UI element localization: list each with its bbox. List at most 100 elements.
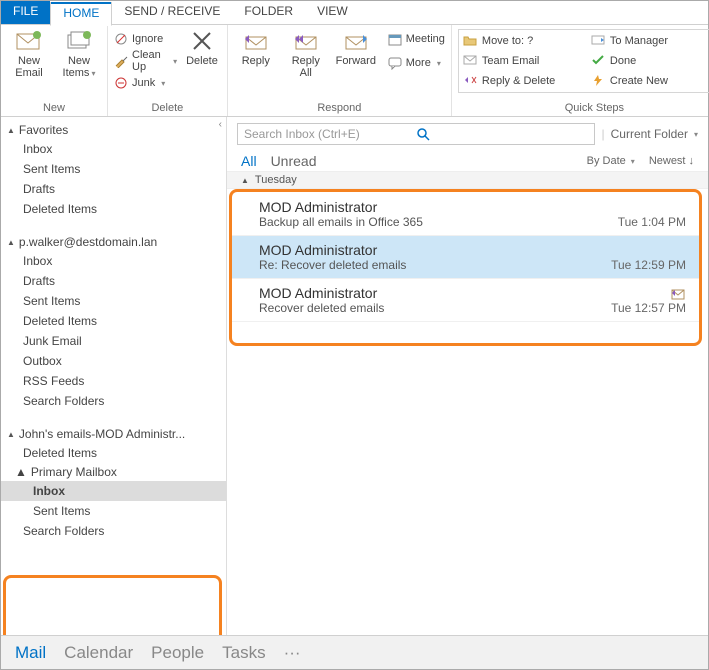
group-respond: Reply Reply All Forward Meeting [228, 25, 452, 116]
message-from: MOD Administrator [259, 199, 686, 215]
caret-down-icon: ▲ [7, 238, 15, 247]
replied-icon [670, 287, 686, 301]
group-new: New Email New Items▾ New [1, 25, 108, 116]
qs-team-email[interactable]: Team Email [463, 52, 573, 70]
nav-mail[interactable]: Mail [15, 643, 46, 663]
section-favorites: ▲Favorites Inbox Sent Items Drafts Delet… [1, 117, 226, 229]
sidebar-collapse-icon[interactable]: ‹ [219, 119, 222, 130]
acct-sent[interactable]: Sent Items [1, 291, 226, 311]
favorites-header[interactable]: ▲Favorites [1, 121, 226, 139]
folder-move-icon [463, 34, 477, 48]
delete-x-icon [188, 29, 216, 53]
acct-drafts[interactable]: Drafts [1, 271, 226, 291]
meeting-icon [388, 32, 402, 46]
forward-icon [342, 29, 370, 53]
search-bar: Search Inbox (Ctrl+E) | Current Folder▾ [227, 117, 708, 149]
forward-button[interactable]: Forward [334, 29, 378, 67]
qs-done[interactable]: Done [591, 52, 701, 70]
quick-steps-gallery: Move to: ? To Manager Team Email Done Re… [458, 29, 709, 93]
johns-sent[interactable]: Sent Items [1, 501, 226, 521]
acct-search-folders[interactable]: Search Folders [1, 391, 226, 411]
caret-down-icon: ▲ [7, 430, 15, 439]
search-icon[interactable] [416, 127, 588, 141]
acct-outbox[interactable]: Outbox [1, 351, 226, 371]
caret-down-icon: ▲ [15, 465, 27, 479]
message-from: MOD Administrator [259, 285, 686, 301]
nav-people[interactable]: People [151, 643, 204, 663]
reply-icon [242, 29, 270, 53]
new-items-button[interactable]: New Items▾ [57, 29, 101, 80]
group-delete-label: Delete [114, 100, 221, 116]
folder-sidebar: ‹ ▲Favorites Inbox Sent Items Drafts Del… [1, 117, 227, 635]
to-manager-icon [591, 34, 605, 48]
sort-newest[interactable]: Newest ↓ [649, 155, 694, 167]
filter-all[interactable]: All [241, 153, 257, 169]
message-time: Tue 1:04 PM [618, 215, 686, 229]
acct-inbox[interactable]: Inbox [1, 251, 226, 271]
group-qs-label: Quick Steps ◢ [458, 100, 709, 116]
johns-search-folders[interactable]: Search Folders [1, 521, 226, 541]
filter-unread[interactable]: Unread [271, 153, 317, 169]
johns-inbox[interactable]: Inbox [1, 481, 226, 501]
favorites-deleted[interactable]: Deleted Items [1, 199, 226, 219]
new-email-label: New Email [15, 55, 43, 79]
meeting-button[interactable]: Meeting [388, 29, 445, 49]
group-delete: Ignore Clean Up▾ Junk▾ Delete Dele [108, 25, 228, 116]
acct-deleted[interactable]: Deleted Items [1, 311, 226, 331]
johns-primary-mailbox[interactable]: ▲Primary Mailbox [1, 463, 226, 481]
favorites-sent[interactable]: Sent Items [1, 159, 226, 179]
qs-reply-delete[interactable]: Reply & Delete [463, 72, 573, 90]
junk-button[interactable]: Junk▾ [114, 73, 177, 93]
tab-file[interactable]: FILE [1, 1, 50, 24]
search-input[interactable]: Search Inbox (Ctrl+E) [237, 123, 595, 145]
section-account: ▲p.walker@destdomain.lan Inbox Drafts Se… [1, 229, 226, 421]
caret-down-icon: ▲ [241, 176, 249, 185]
navigation-bar: Mail Calendar People Tasks ··· [1, 635, 708, 669]
new-items-icon [65, 29, 93, 53]
message-row[interactable]: MOD Administrator Backup all emails in O… [231, 193, 700, 236]
nav-more[interactable]: ··· [284, 643, 301, 663]
ignore-button[interactable]: Ignore [114, 29, 177, 49]
acct-junk[interactable]: Junk Email [1, 331, 226, 351]
check-icon [591, 54, 605, 68]
reply-all-button[interactable]: Reply All [284, 29, 328, 79]
more-respond-button[interactable]: More▾ [388, 53, 445, 73]
favorites-drafts[interactable]: Drafts [1, 179, 226, 199]
johns-deleted[interactable]: Deleted Items [1, 443, 226, 463]
sort-by-date[interactable]: By Date▾ [587, 155, 635, 167]
message-list-wrapper: MOD Administrator Backup all emails in O… [231, 193, 700, 322]
message-from: MOD Administrator [259, 242, 686, 258]
acct-rss[interactable]: RSS Feeds [1, 371, 226, 391]
favorites-inbox[interactable]: Inbox [1, 139, 226, 159]
caret-down-icon: ▲ [7, 126, 15, 135]
new-email-button[interactable]: New Email [7, 29, 51, 79]
tab-send-receive[interactable]: SEND / RECEIVE [112, 1, 232, 24]
ribbon: New Email New Items▾ New Ignore [1, 25, 708, 117]
cleanup-button[interactable]: Clean Up▾ [114, 51, 177, 71]
delete-button[interactable]: Delete [183, 29, 221, 67]
message-row[interactable]: MOD Administrator Re: Recover deleted em… [231, 236, 700, 279]
nav-calendar[interactable]: Calendar [64, 643, 133, 663]
account-header[interactable]: ▲p.walker@destdomain.lan [1, 233, 226, 251]
group-quick-steps: Move to: ? To Manager Team Email Done Re… [452, 25, 709, 116]
reply-delete-icon [463, 74, 477, 88]
date-group-header[interactable]: ▲ Tuesday [227, 171, 708, 189]
reply-button[interactable]: Reply [234, 29, 278, 67]
im-icon [388, 56, 402, 70]
junk-icon [114, 76, 128, 90]
lightning-icon [591, 74, 605, 88]
outlook-window: FILE HOME SEND / RECEIVE FOLDER VIEW New… [0, 0, 709, 670]
broom-icon [114, 54, 128, 68]
tab-home[interactable]: HOME [50, 2, 112, 26]
tab-folder[interactable]: FOLDER [232, 1, 305, 24]
qs-move-to[interactable]: Move to: ? [463, 32, 573, 50]
search-scope-dropdown[interactable]: Current Folder▾ [611, 127, 698, 141]
nav-tasks[interactable]: Tasks [222, 643, 265, 663]
new-items-label: New Items▾ [63, 55, 96, 80]
envelope-icon [15, 29, 43, 53]
qs-create-new[interactable]: Create New [591, 72, 701, 90]
qs-to-manager[interactable]: To Manager [591, 32, 701, 50]
johns-header[interactable]: ▲John's emails-MOD Administr... [1, 425, 226, 443]
tab-view[interactable]: VIEW [305, 1, 360, 24]
message-row[interactable]: MOD Administrator Recover deleted emails… [231, 279, 700, 322]
